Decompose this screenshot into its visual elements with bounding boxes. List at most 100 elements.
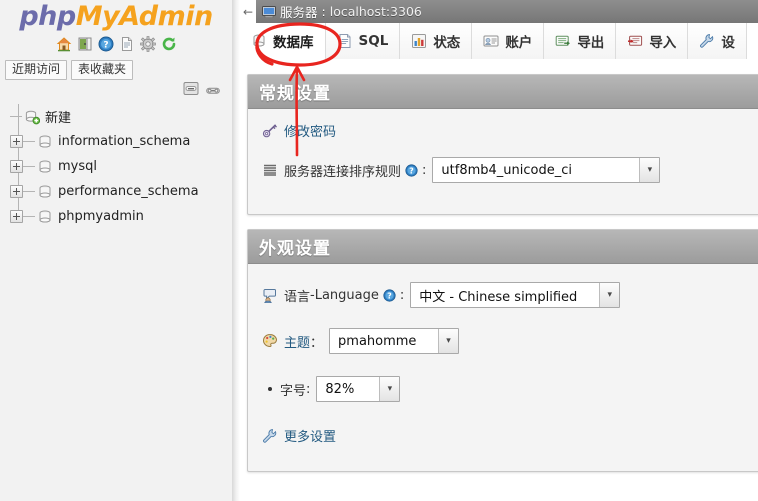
server-collation-select[interactable]: utf8mb4_unicode_ci ▾ — [432, 157, 661, 183]
tab-label: 账户 — [505, 35, 533, 51]
svg-text:?: ? — [387, 291, 391, 300]
server-host-value: localhost:3306 — [329, 4, 422, 19]
chevron-down-icon: ▾ — [639, 158, 660, 182]
tree-item-performance-schema[interactable]: performance_schema — [0, 179, 232, 204]
tree-item-label: 新建 — [45, 111, 72, 126]
expand-plus-icon[interactable] — [10, 210, 23, 223]
general-settings-panel: 常规设置 修改密码 服务器连接排序规则 ?: utf8mb4_unicode_… — [247, 74, 758, 215]
chevron-down-icon: ▾ — [379, 377, 400, 401]
theme-row: 主题 ： pmahomme ▾ — [262, 328, 758, 354]
theme-value: pmahomme — [338, 333, 417, 349]
new-database-icon — [24, 109, 41, 125]
language-select[interactable]: 中文 - Chinese simplified ▾ — [410, 282, 621, 308]
collation-colon: : — [422, 162, 427, 178]
navigation-sidebar: phpMyAdmin ? 近期访问 表收藏夹 新建 information_sc… — [0, 0, 232, 501]
database-tree: 新建 information_schema mysql performance_… — [0, 104, 232, 229]
tree-item-phpmyadmin[interactable]: phpmyadmin — [0, 204, 232, 229]
database-icon — [37, 209, 53, 225]
font-size-select[interactable]: 82% ▾ — [316, 376, 401, 402]
server-collation-value: utf8mb4_unicode_ci — [441, 162, 572, 178]
tab-databases[interactable]: 数据库 — [240, 23, 326, 59]
home-icon[interactable] — [56, 36, 72, 52]
tab-sql[interactable]: SQL — [325, 23, 401, 59]
phpmyadmin-logo[interactable]: phpMyAdmin — [0, 2, 232, 32]
collapse-panel-button[interactable] — [183, 81, 200, 101]
tab-import[interactable]: 导入 — [616, 23, 689, 59]
tab-label: SQL — [358, 33, 389, 49]
database-icon — [37, 134, 53, 150]
tree-item-new[interactable]: 新建 — [0, 104, 232, 129]
appearance-settings-panel: 外观设置 语言 - Language ?: 中文 - Chinese simp… — [247, 229, 758, 472]
back-arrow-icon[interactable]: ← — [240, 0, 256, 23]
font-size-value: 82% — [325, 381, 355, 397]
theme-colon: ： — [310, 335, 324, 351]
logo-admin-text: Admin — [119, 1, 213, 32]
main-tab-bar: 数据库 SQL 状态 账户 导出 导入 设 — [240, 23, 758, 60]
expand-plus-icon[interactable] — [10, 185, 23, 198]
status-tab-icon — [411, 33, 427, 49]
tab-label: 数据库 — [273, 35, 314, 51]
general-settings-title: 常规设置 — [248, 75, 758, 109]
help-icon[interactable]: ? — [405, 163, 418, 177]
chevron-down-icon: ▾ — [438, 329, 459, 353]
server-prefix-label: 服务器 — [280, 5, 318, 20]
settings-tab-icon — [699, 33, 715, 49]
tree-connector — [23, 166, 35, 167]
docs-icon[interactable] — [119, 36, 135, 52]
svg-text:?: ? — [409, 166, 413, 175]
reload-icon[interactable] — [161, 36, 177, 52]
tab-export[interactable]: 导出 — [544, 23, 617, 59]
appearance-settings-body: 语言 - Language ? : 中文 - Chinese simplifie… — [248, 264, 758, 459]
tab-accounts[interactable]: 账户 — [472, 23, 545, 59]
palette-icon — [262, 333, 278, 349]
tree-connector — [23, 216, 35, 217]
phpmyadmin-window: phpMyAdmin ? 近期访问 表收藏夹 新建 information_sc… — [0, 0, 758, 501]
change-password-row[interactable]: 修改密码 — [262, 121, 758, 140]
logout-icon[interactable] — [77, 36, 93, 52]
server-breadcrumb: 服务器: localhost:3306 — [262, 0, 422, 23]
server-breadcrumb-bar: ← 服务器: localhost:3306 — [240, 0, 758, 24]
help-icon[interactable]: ? — [383, 288, 396, 302]
tab-status[interactable]: 状态 — [400, 23, 473, 59]
import-tab-icon — [627, 33, 643, 49]
server-separator: : — [321, 4, 326, 19]
more-settings-row[interactable]: 更多设置 — [262, 426, 758, 445]
language-colon: : — [399, 287, 405, 303]
accounts-tab-icon — [483, 33, 499, 49]
server-collation-row: 服务器连接排序规则 ? : utf8mb4_unicode_ci ▾ — [262, 157, 758, 183]
sidebar-quick-tabs: 近期访问 表收藏夹 — [5, 60, 134, 80]
language-icon — [262, 287, 278, 304]
tab-label: 设 — [721, 35, 735, 51]
tree-item-label: performance_schema — [58, 184, 199, 199]
collation-icon — [262, 162, 278, 178]
svg-text:?: ? — [103, 41, 108, 51]
tab-settings[interactable]: 设 — [688, 23, 747, 59]
key-icon — [262, 123, 278, 139]
help-icon[interactable]: ? — [98, 36, 114, 52]
language-label-en: Language — [314, 287, 379, 303]
tab-label: 导出 — [577, 35, 605, 51]
expand-plus-icon[interactable] — [10, 135, 23, 148]
settings-gear-icon[interactable] — [139, 36, 156, 52]
database-icon — [37, 184, 53, 200]
theme-label[interactable]: 主题 — [284, 332, 310, 351]
tabbar-spacer — [240, 59, 758, 65]
change-password-link[interactable]: 修改密码 — [284, 121, 336, 140]
main-content: ← 服务器: localhost:3306 数据库 SQL 状态 账户 导出 导… — [240, 0, 758, 501]
tab-label: 状态 — [433, 35, 461, 51]
expand-plus-icon[interactable] — [10, 160, 23, 173]
link-chain-icon[interactable] — [206, 82, 220, 101]
language-label-cn: 语言 — [284, 289, 311, 305]
more-settings-link[interactable]: 更多设置 — [284, 426, 336, 445]
tree-item-label: phpmyadmin — [58, 209, 144, 224]
tree-connector — [23, 141, 35, 142]
sql-tab-icon — [337, 33, 353, 49]
general-settings-body: 修改密码 服务器连接排序规则 ?: utf8mb4_unicode_ci ▾ — [248, 109, 758, 197]
tree-item-information-schema[interactable]: information_schema — [0, 129, 232, 154]
theme-select[interactable]: pmahomme ▾ — [329, 328, 460, 354]
recent-tab[interactable]: 近期访问 — [5, 60, 68, 80]
favorites-tab[interactable]: 表收藏夹 — [71, 60, 134, 80]
tree-item-mysql[interactable]: mysql — [0, 154, 232, 179]
font-size-label: 字号 — [280, 383, 307, 399]
export-tab-icon — [555, 33, 571, 49]
